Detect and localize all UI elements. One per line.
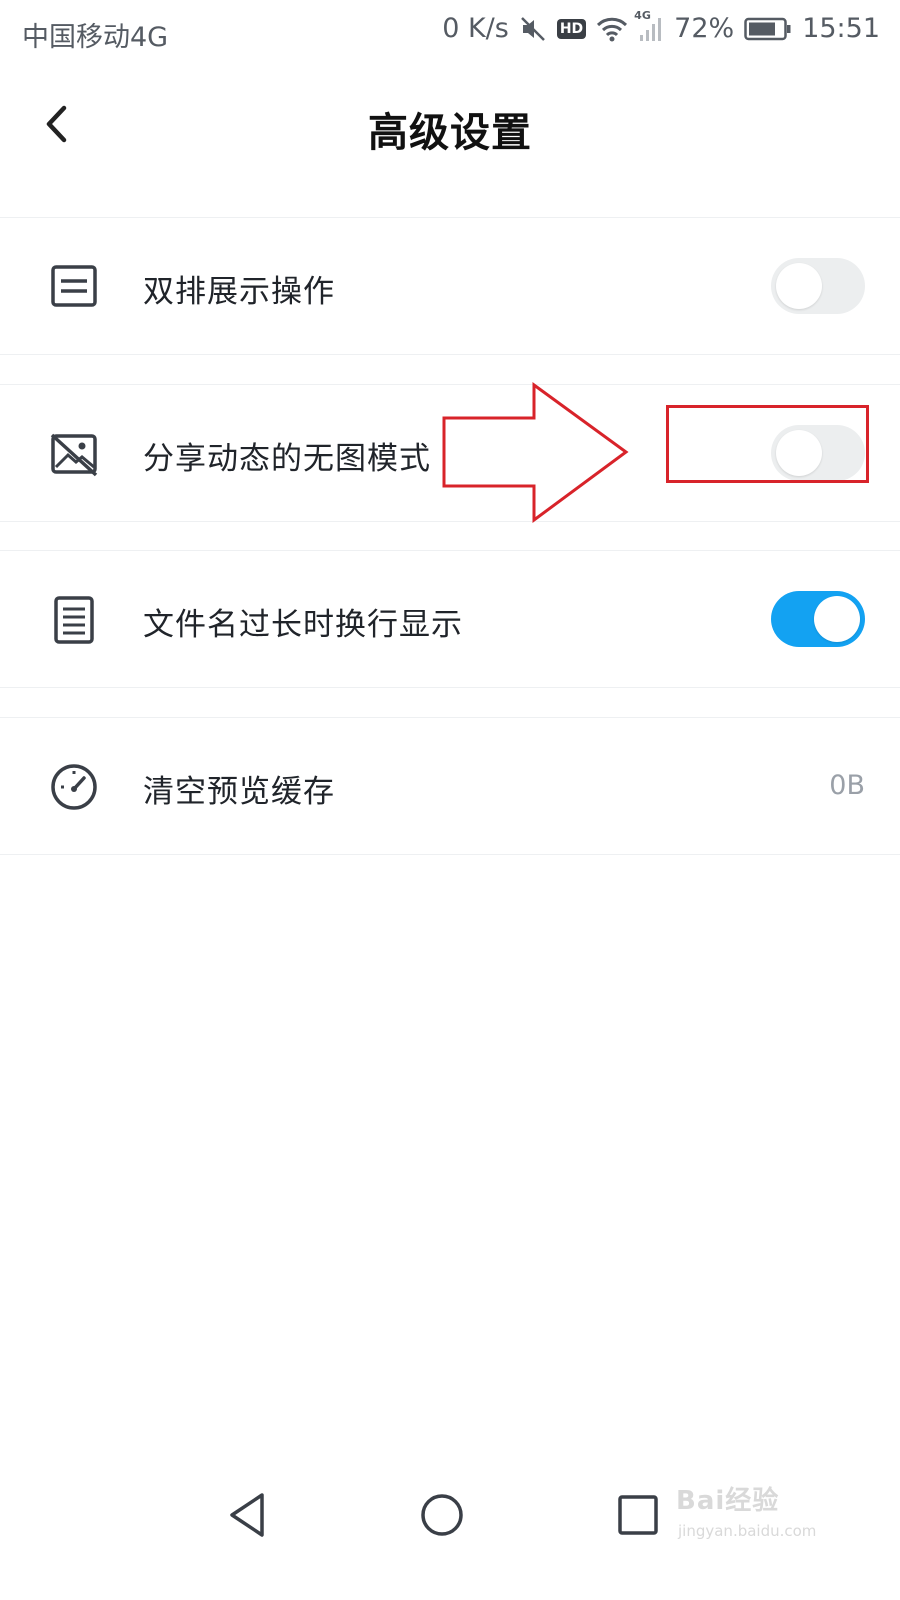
setting-label: 双排展示操作 — [143, 274, 335, 310]
setting-label: 清空预览缓存 — [143, 774, 335, 810]
setting-row-wrap-filename[interactable]: 文件名过长时换行显示 — [0, 550, 900, 688]
document-icon — [48, 595, 100, 645]
battery-icon — [744, 16, 792, 42]
watermark-brand: Bai经验 — [676, 1486, 780, 1516]
toggle-knob — [776, 263, 822, 309]
annotation-highlight-box — [666, 405, 869, 483]
watermark-url: jingyan.baidu.com — [678, 1522, 817, 1540]
no-image-icon — [48, 429, 100, 479]
triangle-back-icon — [230, 1493, 264, 1537]
carrier-label: 中国移动4G — [22, 22, 169, 53]
wifi-icon — [596, 16, 628, 42]
status-bar: 中国移动4G 0 K/s HD 4G 72% 15:51 — [0, 0, 900, 64]
nav-back-button[interactable] — [224, 1490, 274, 1540]
setting-label: 分享动态的无图模式 — [143, 441, 431, 477]
network-type-label: 4G — [634, 8, 651, 22]
status-icons: 0 K/s HD 4G 72% 15:51 — [442, 9, 880, 45]
net-speed: 0 K/s — [442, 13, 509, 44]
nav-home-button[interactable] — [417, 1490, 467, 1540]
hd-badge: HD — [556, 18, 587, 39]
nav-recents-button[interactable] — [613, 1490, 663, 1540]
gauge-icon — [48, 762, 100, 812]
annotation-arrow-icon — [442, 382, 629, 523]
circle-home-icon — [421, 1494, 463, 1536]
toggle-knob — [814, 596, 860, 642]
app-header: 高级设置 — [0, 64, 900, 188]
square-recents-icon — [618, 1495, 658, 1535]
setting-row-double-column[interactable]: 双排展示操作 — [0, 217, 900, 355]
wrap-filename-toggle[interactable] — [771, 591, 865, 647]
setting-row-clear-cache[interactable]: 清空预览缓存 0B — [0, 717, 900, 855]
setting-label: 文件名过长时换行显示 — [143, 607, 463, 643]
mute-icon — [519, 15, 547, 43]
list-icon — [48, 262, 100, 312]
double-column-toggle[interactable] — [771, 258, 865, 314]
signal-icon: 4G — [634, 9, 664, 43]
cache-size-value: 0B — [829, 770, 865, 801]
page-title: 高级设置 — [368, 110, 532, 156]
clock: 15:51 — [802, 13, 880, 44]
battery-percent: 72% — [674, 13, 735, 44]
